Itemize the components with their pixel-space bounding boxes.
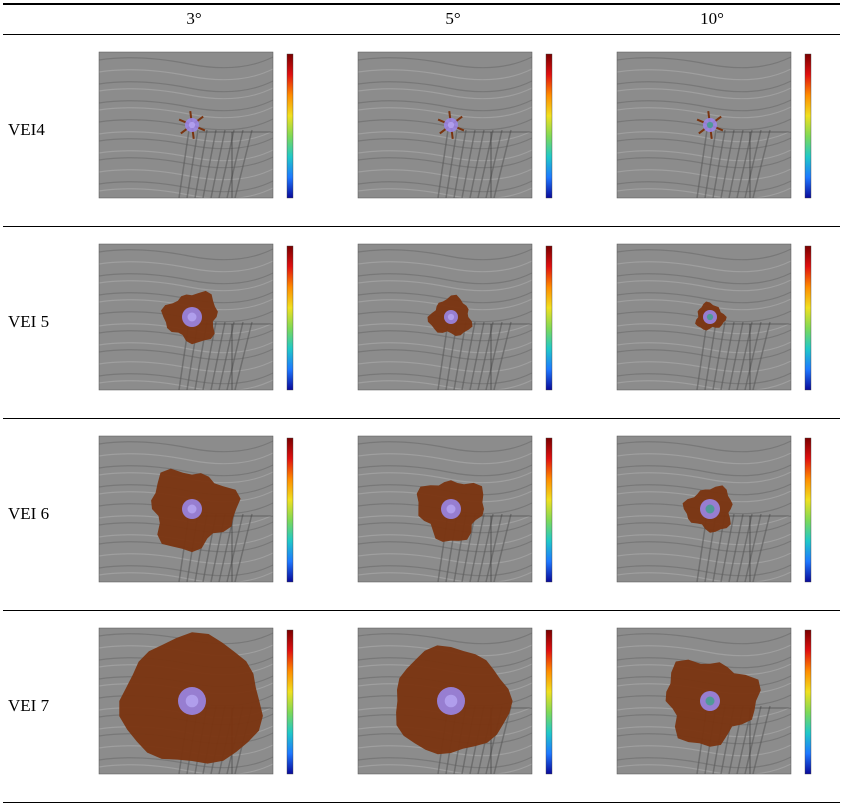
row-label-vei7: VEI 7 [8,696,50,715]
simulation-map [616,243,812,391]
map-vei4-5deg [357,51,558,202]
colorbar [545,437,553,583]
vent-core [185,694,199,708]
simulation-map [616,51,812,199]
header-rule [3,34,840,35]
map-vei6-10deg [616,435,817,586]
simulation-map [98,435,294,583]
row-label-vei6: VEI 6 [8,504,50,523]
colorbar [545,245,553,391]
vent-core [706,121,714,129]
simulation-map [616,627,812,775]
map-vei5-10deg [616,243,817,394]
simulation-map [98,243,294,391]
colorbar [545,53,553,199]
colorbar [804,245,812,391]
vent-core [705,504,715,514]
simulation-map [357,243,553,391]
table-top-rule [3,3,840,5]
row-divider [3,610,840,611]
simulation-map [616,435,812,583]
simulation-map [357,435,553,583]
row-label-vei5: VEI 5 [8,312,50,331]
map-vei5-5deg [357,243,558,394]
map-vei7-3deg [98,627,299,778]
row-divider [3,226,840,227]
colorbar [286,437,294,583]
colorbar [286,53,294,199]
simulation-map [357,627,553,775]
colorbar [804,53,812,199]
map-vei6-5deg [357,435,558,586]
vent-core [706,313,714,321]
simulation-map [98,51,294,199]
colorbar [804,437,812,583]
colorbar [804,629,812,775]
colorbar [286,629,294,775]
column-header-5-degrees: 5° [445,9,461,28]
map-vei6-3deg [98,435,299,586]
map-vei7-10deg [616,627,817,778]
map-vei4-3deg [98,51,299,202]
colorbar [286,245,294,391]
map-vei7-5deg [357,627,558,778]
map-vei5-3deg [98,243,299,394]
vent-core [187,504,197,514]
vent-core [444,694,458,708]
vent-core [188,121,196,129]
vent-core [187,312,197,322]
column-header-10-degrees: 10° [700,9,724,28]
vent-core [447,121,455,129]
row-divider [3,418,840,419]
vent-core [705,696,715,706]
simulation-map [98,627,294,775]
simulation-map [357,51,553,199]
map-vei4-10deg [616,51,817,202]
row-label-vei4: VEI4 [8,120,45,139]
colorbar [545,629,553,775]
vent-core [447,313,455,321]
vent-core [446,504,456,514]
table-bottom-rule [3,802,840,803]
column-header-3-degrees: 3° [186,9,202,28]
